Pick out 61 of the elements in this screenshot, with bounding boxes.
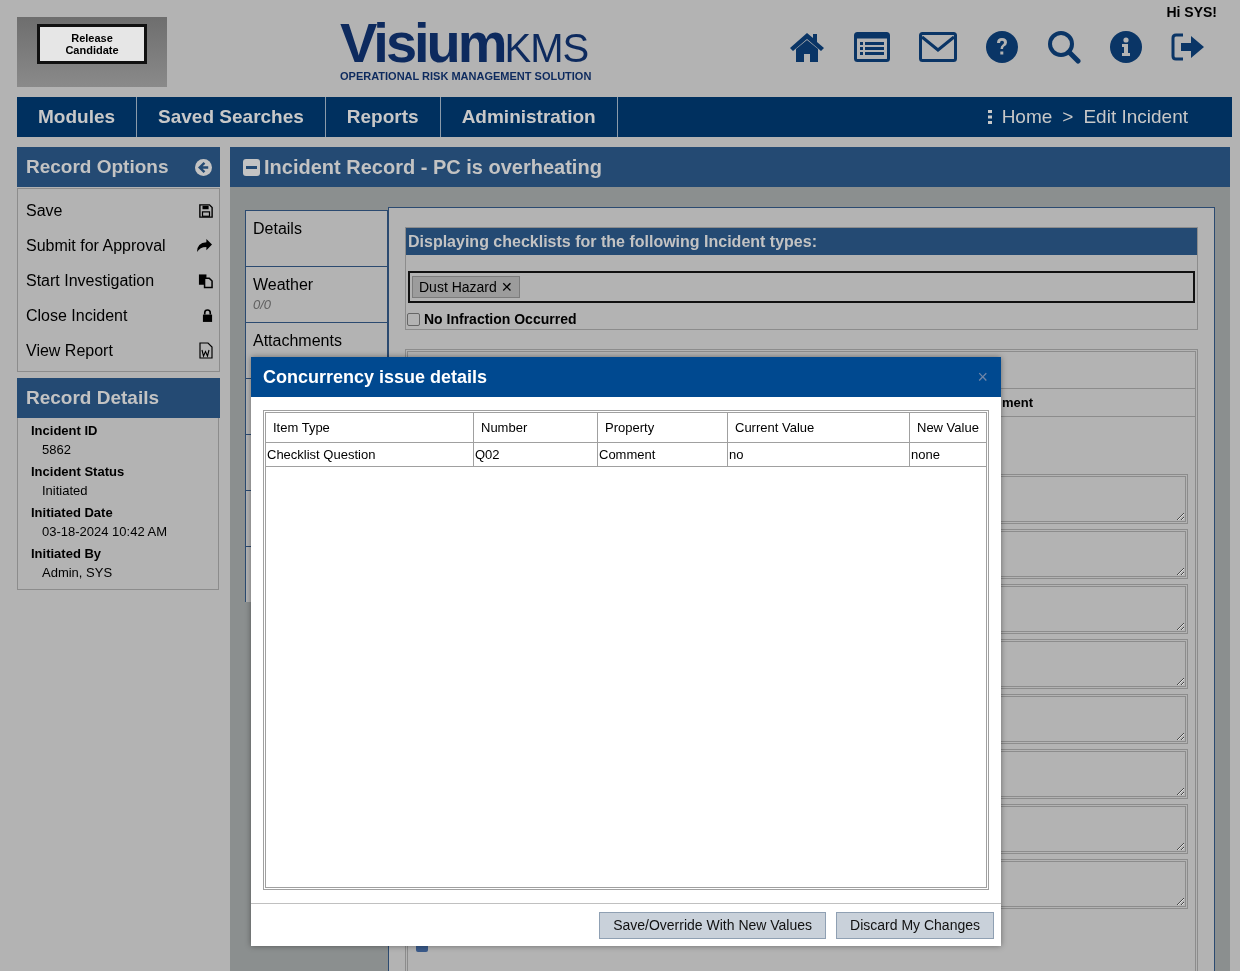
minus-box-icon[interactable]	[243, 158, 260, 176]
column-header: Item Type	[266, 413, 474, 443]
copy-icon	[198, 272, 213, 289]
field-value: 5862	[41, 442, 72, 457]
checklist-heading: Displaying checklists for the following Incident types:	[408, 232, 817, 251]
logo-tagline: OPERATIONAL RISK MANAGEMENT SOLUTION	[340, 70, 592, 82]
column-header: Number	[473, 413, 598, 443]
collapse-arrow-icon[interactable]	[195, 158, 212, 176]
kebab-icon[interactable]	[987, 110, 992, 124]
nav-menu-item[interactable]: Reports	[325, 97, 441, 137]
help-icon[interactable]	[986, 31, 1018, 63]
table-cell: Checklist Question	[266, 442, 474, 467]
banner-text: Release Candidate	[37, 24, 147, 64]
tab-count: 0/0	[253, 297, 273, 312]
field-value: Initiated	[41, 483, 89, 498]
field-label: Incident ID	[31, 423, 99, 438]
panel-title: Record Options	[26, 156, 169, 178]
dialog-button[interactable]: Discard My Changes	[836, 911, 994, 939]
record-title: Incident Record - PC is overheating	[264, 155, 602, 179]
table-cell: none	[909, 442, 986, 467]
logout-icon[interactable]	[1171, 32, 1205, 62]
home-icon[interactable]	[789, 31, 825, 63]
app-logo: VisiumKMS	[340, 18, 589, 70]
word-document-icon	[199, 342, 213, 359]
option-link[interactable]: Save	[26, 201, 63, 220]
option-link[interactable]: Submit for Approval	[26, 236, 166, 255]
list-icon[interactable]	[854, 32, 890, 62]
mail-icon[interactable]	[919, 32, 957, 62]
panel-title: Record Details	[26, 387, 160, 409]
column-header: Current Value	[727, 413, 910, 443]
option-link[interactable]: Close Incident	[26, 306, 128, 325]
field-value: 03-18-2024 10:42 AM	[41, 524, 169, 539]
table-cell: Q02	[473, 442, 598, 467]
search-icon[interactable]	[1047, 30, 1081, 64]
column-heading: ment	[1002, 395, 1034, 410]
table-cell: no	[727, 442, 910, 467]
column-header: Property	[597, 413, 728, 443]
field-value: Admin, SYS	[41, 565, 114, 580]
user-greeting: Hi SYS!	[1166, 4, 1217, 20]
option-link[interactable]: Start Investigation	[26, 271, 155, 290]
breadcrumb-separator: >	[1062, 106, 1074, 128]
nav-menu-item[interactable]: Saved Searches	[137, 97, 326, 137]
dialog-button[interactable]: Save/Override With New Values	[599, 911, 827, 939]
table-cell: Comment	[597, 442, 728, 467]
lock-icon	[202, 309, 213, 322]
info-icon[interactable]	[1110, 31, 1142, 63]
field-label: Incident Status	[31, 464, 126, 479]
nav-menu-item[interactable]: Modules	[17, 97, 138, 137]
nav-menu-item[interactable]: Administration	[440, 97, 618, 137]
breadcrumb-link[interactable]: Home	[1001, 106, 1053, 128]
section-tab[interactable]: Details	[245, 210, 388, 266]
column-header: New Value	[909, 413, 986, 443]
section-tab[interactable]: Weather 0/0	[245, 266, 388, 322]
type-tag[interactable]: Dust Hazard ✕	[412, 276, 520, 298]
field-label: Initiated Date	[31, 505, 114, 520]
field-label: Initiated By	[31, 546, 103, 561]
checkbox[interactable]	[407, 312, 420, 326]
incident-types-field[interactable]: Dust Hazard ✕	[408, 271, 1195, 303]
share-arrow-icon	[196, 238, 213, 253]
option-link[interactable]: View Report	[26, 341, 113, 360]
checkbox-label: No Infraction Occurred	[424, 311, 577, 327]
